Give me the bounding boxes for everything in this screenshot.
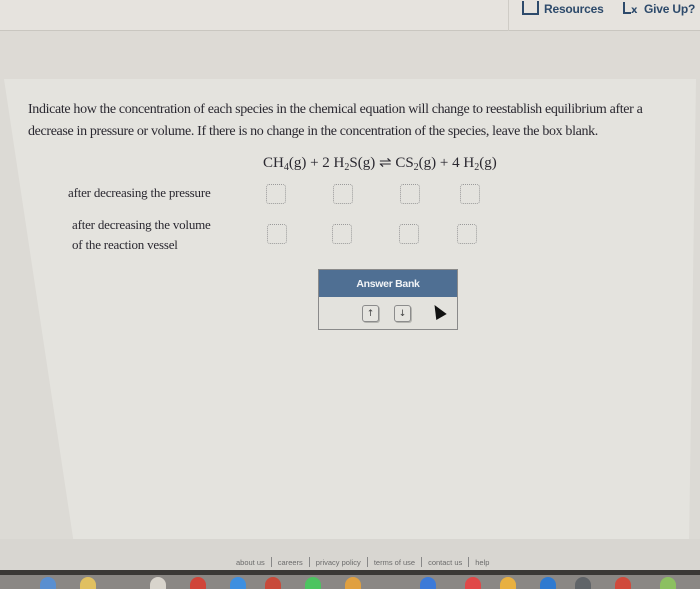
footer-links: about us careers privacy policy terms of… bbox=[230, 557, 495, 567]
drop-box-pressure-h2[interactable] bbox=[460, 184, 480, 204]
drop-box-volume-h2s[interactable] bbox=[332, 224, 352, 244]
dock-app-icon[interactable] bbox=[190, 577, 206, 589]
answer-chip-increase[interactable]: ↑ bbox=[362, 305, 379, 322]
row-label-volume: after decreasing the volume of the react… bbox=[72, 217, 211, 252]
footer-link-careers[interactable]: careers bbox=[272, 558, 309, 567]
equilibrium-arrow-icon: ⇌ bbox=[378, 155, 392, 171]
drop-box-pressure-h2s[interactable] bbox=[333, 184, 353, 204]
dock-app-icon[interactable] bbox=[40, 577, 56, 589]
resources-label: Resources bbox=[544, 2, 604, 16]
header-band bbox=[0, 31, 700, 79]
give-up-icon: x bbox=[623, 2, 639, 16]
drop-box-pressure-cs2[interactable] bbox=[400, 184, 420, 204]
topbar-divider bbox=[508, 0, 509, 31]
dock-app-icon[interactable] bbox=[575, 577, 591, 589]
drop-box-pressure-ch4[interactable] bbox=[266, 184, 286, 204]
footer-link-privacy[interactable]: privacy policy bbox=[310, 558, 367, 567]
dock-app-icon[interactable] bbox=[615, 577, 631, 589]
answer-chip-decrease[interactable]: ↓ bbox=[394, 305, 411, 322]
dock-app-icon[interactable] bbox=[500, 577, 516, 589]
dock-app-icon[interactable] bbox=[80, 577, 96, 589]
chemical-equation: CH4(g) + 2 H2S(g) ⇌ CS2(g) + 4 H2(g) bbox=[263, 155, 497, 173]
dock-app-icon[interactable] bbox=[150, 577, 166, 589]
dock-app-icon[interactable] bbox=[660, 577, 676, 589]
dock-app-icon[interactable] bbox=[540, 577, 556, 589]
answer-bank: Answer Bank bbox=[318, 269, 458, 330]
give-up-button[interactable]: x Give Up? bbox=[623, 0, 695, 18]
footer-link-help[interactable]: help bbox=[469, 558, 495, 567]
dock-app-icon[interactable] bbox=[265, 577, 281, 589]
question-prompt: Indicate how the concentration of each s… bbox=[28, 102, 643, 139]
dock-app-icon[interactable] bbox=[420, 577, 436, 589]
drop-box-volume-ch4[interactable] bbox=[267, 224, 287, 244]
answer-bank-title: Answer Bank bbox=[319, 270, 457, 297]
footer-link-contact[interactable]: contact us bbox=[422, 558, 468, 567]
give-up-label: Give Up? bbox=[644, 2, 696, 16]
resources-button[interactable]: Resources bbox=[522, 0, 604, 18]
drop-box-volume-cs2[interactable] bbox=[399, 224, 419, 244]
footer-link-about[interactable]: about us bbox=[230, 558, 271, 567]
resources-icon bbox=[522, 1, 539, 15]
dock-app-icon[interactable] bbox=[305, 577, 321, 589]
dock-app-icon[interactable] bbox=[230, 577, 246, 589]
dock-app-icon[interactable] bbox=[465, 577, 481, 589]
footer-link-terms[interactable]: terms of use bbox=[368, 558, 421, 567]
dock-app-icon[interactable] bbox=[345, 577, 361, 589]
top-bar: Resources x Give Up? bbox=[0, 0, 700, 31]
row-label-pressure: after decreasing the pressure bbox=[68, 185, 211, 200]
drop-box-volume-h2[interactable] bbox=[457, 224, 477, 244]
